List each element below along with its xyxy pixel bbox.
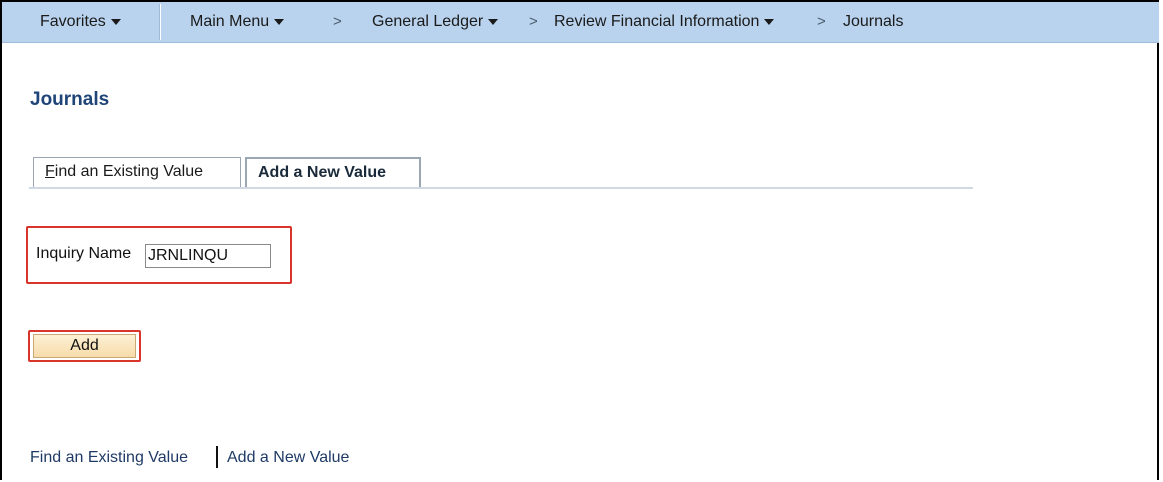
favorites-label: Favorites bbox=[40, 13, 106, 30]
footer-divider bbox=[216, 446, 218, 468]
review-financial-information-label: Review Financial Information bbox=[554, 13, 760, 30]
breadcrumb-chevron-icon: > bbox=[333, 13, 342, 30]
inquiry-name-label: Inquiry Name bbox=[36, 245, 132, 262]
main-menu-label: Main Menu bbox=[190, 13, 270, 30]
favorites-menu[interactable]: Favorites bbox=[40, 2, 121, 42]
tab-mnemonic: F bbox=[45, 163, 55, 180]
journals-label: Journals bbox=[843, 13, 904, 30]
breadcrumb-general-ledger[interactable]: General Ledger bbox=[372, 2, 499, 42]
breadcrumb-review-financial-information[interactable]: Review Financial Information bbox=[554, 2, 775, 42]
main-menu[interactable]: Main Menu bbox=[190, 2, 285, 42]
general-ledger-label: General Ledger bbox=[372, 13, 484, 30]
tab-underline bbox=[29, 187, 973, 189]
caret-down-icon bbox=[488, 18, 499, 25]
breadcrumb-chevron-icon: > bbox=[817, 13, 826, 30]
tab-find-label: ind an Existing Value bbox=[54, 163, 204, 180]
footer-add-new-value-link[interactable]: Add a New Value bbox=[227, 449, 349, 467]
page-title: Journals bbox=[30, 89, 110, 110]
top-navbar: Favorites Main Menu > General Ledger > R… bbox=[2, 2, 1159, 43]
nav-divider bbox=[159, 4, 161, 40]
tab-add-new-value[interactable]: Add a New Value bbox=[245, 157, 421, 187]
caret-down-icon bbox=[110, 18, 121, 25]
breadcrumb-chevron-icon: > bbox=[529, 13, 538, 30]
breadcrumb-journals[interactable]: Journals bbox=[843, 2, 903, 42]
caret-down-icon bbox=[764, 18, 775, 25]
caret-down-icon bbox=[274, 18, 285, 25]
tab-find-existing-value[interactable]: Find an Existing Value bbox=[33, 157, 241, 187]
inquiry-name-input[interactable] bbox=[145, 244, 271, 268]
add-button[interactable]: Add bbox=[33, 334, 136, 358]
tab-add-label: Add a New Value bbox=[258, 164, 387, 181]
footer-find-existing-value-link[interactable]: Find an Existing Value bbox=[30, 449, 188, 467]
